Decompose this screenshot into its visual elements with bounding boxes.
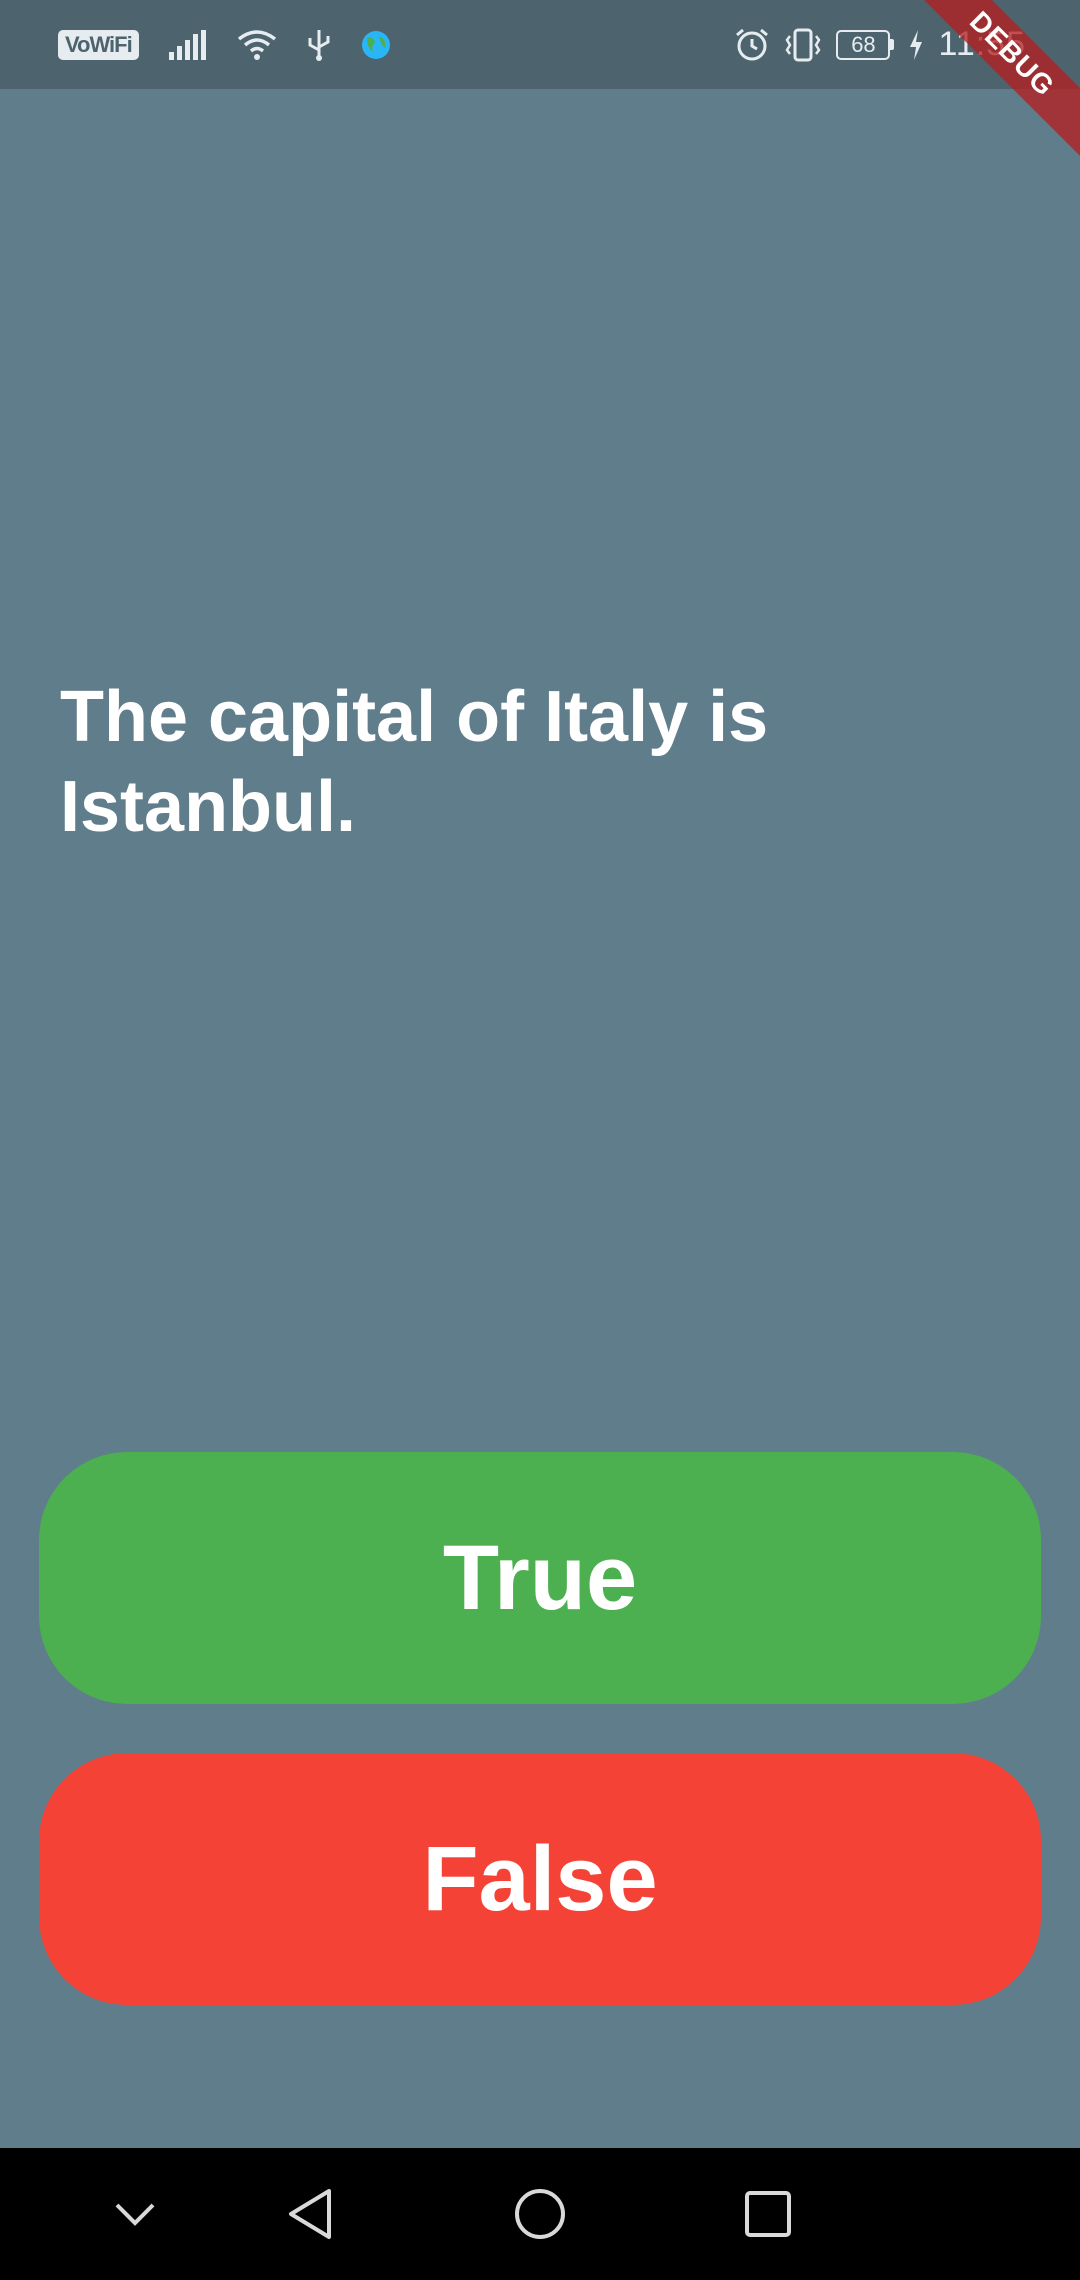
- status-left: VoWiFi: [58, 0, 391, 89]
- status-bar: VoWiFi 68: [0, 0, 1080, 89]
- question-text: The capital of Italy is Istanbul.: [60, 677, 769, 847]
- false-button[interactable]: False: [39, 1753, 1041, 2005]
- home-icon[interactable]: [480, 2148, 600, 2280]
- globe-icon: [361, 30, 391, 60]
- alarm-icon: [734, 27, 770, 63]
- vibrate-icon: [784, 28, 822, 62]
- usb-icon: [307, 28, 331, 62]
- recents-icon[interactable]: [708, 2148, 828, 2280]
- battery-icon: 68: [836, 29, 895, 60]
- back-icon[interactable]: [250, 2148, 370, 2280]
- charging-icon: [908, 29, 924, 60]
- true-button[interactable]: True: [39, 1452, 1041, 1704]
- chevron-down-icon[interactable]: [75, 2148, 195, 2280]
- battery-tip: [890, 39, 895, 50]
- vowifi-indicator: VoWiFi: [58, 29, 139, 60]
- battery-level: 68: [836, 29, 891, 60]
- signal-icon: [168, 29, 207, 60]
- wifi-icon: [237, 29, 277, 61]
- navigation-bar: [0, 2148, 1080, 2280]
